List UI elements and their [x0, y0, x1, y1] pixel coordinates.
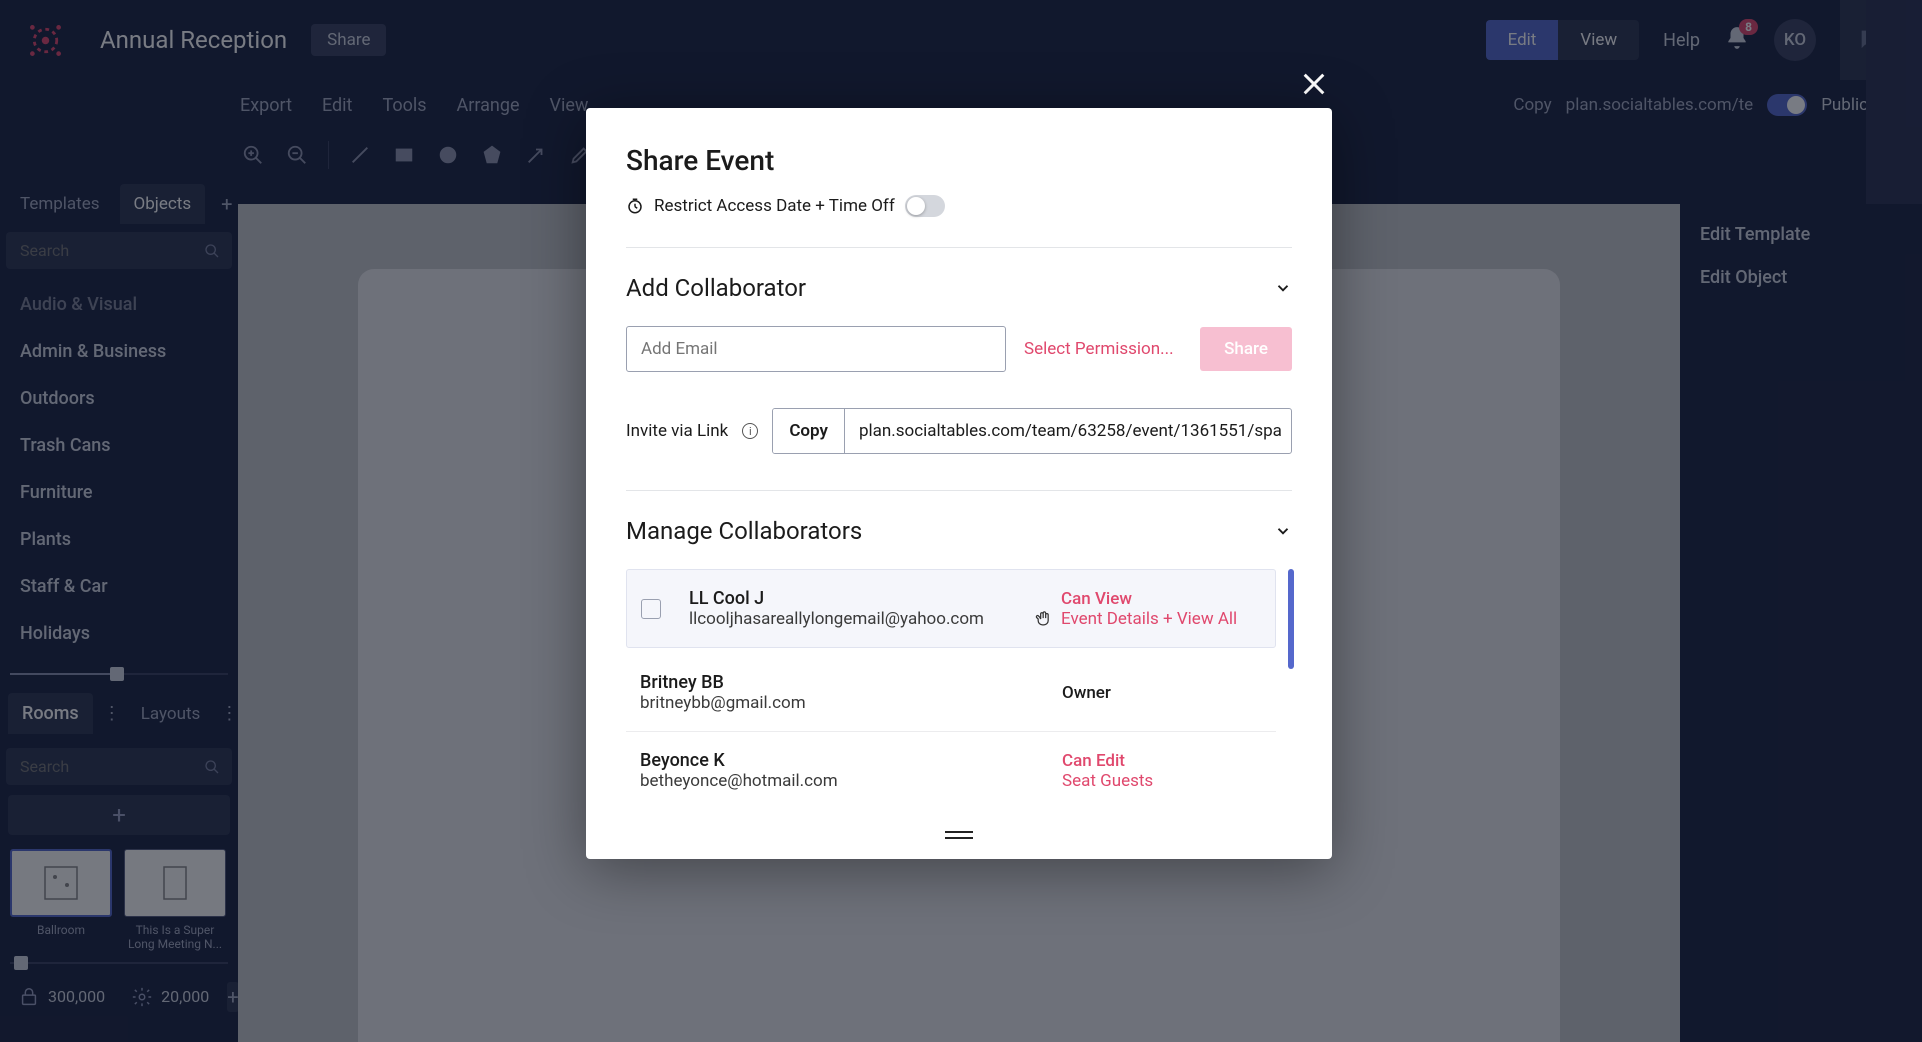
modal-title: Share Event: [626, 144, 1292, 177]
permission-select[interactable]: Select Permission...: [1024, 339, 1174, 359]
clock-icon: [626, 197, 644, 215]
add-collaborator-heading: Add Collaborator: [626, 274, 806, 302]
info-icon[interactable]: i: [742, 423, 758, 439]
manage-collaborators-heading: Manage Collaborators: [626, 517, 862, 545]
modal-close-button[interactable]: [1300, 70, 1328, 105]
collaborator-row[interactable]: Britney BB britneybb@gmail.com Owner: [626, 654, 1276, 732]
share-collaborator-button[interactable]: Share: [1200, 327, 1292, 371]
divider: [626, 490, 1292, 491]
collaborator-role: Owner: [1062, 683, 1262, 703]
collaborator-role[interactable]: Can View: [1061, 589, 1261, 609]
invite-link-label: Invite via Link: [626, 421, 728, 441]
share-event-modal: Share Event Restrict Access Date + Time …: [586, 108, 1332, 859]
collaborator-email: britneybb@gmail.com: [640, 693, 1062, 713]
collaborator-row[interactable]: Beyonce K betheyonce@hotmail.com Can Edi…: [626, 732, 1276, 809]
invite-link-url[interactable]: plan.socialtables.com/team/63258/event/1…: [845, 409, 1291, 453]
collaborator-email: betheyonce@hotmail.com: [640, 771, 1062, 791]
divider: [626, 247, 1292, 248]
collaborator-scrollbar[interactable]: [1288, 569, 1294, 669]
collaborator-email: llcooljhasareallylongemail@yahoo.com: [689, 609, 1061, 629]
collaborator-checkbox[interactable]: [641, 599, 661, 619]
add-email-input[interactable]: [626, 326, 1006, 372]
collaborator-name: Beyonce K: [640, 750, 1062, 771]
collaborator-name: Britney BB: [640, 672, 1062, 693]
cursor-hand-icon: [1034, 609, 1054, 629]
chevron-down-icon[interactable]: [1274, 279, 1292, 297]
close-icon: [1300, 70, 1328, 98]
chevron-down-icon[interactable]: [1274, 522, 1292, 540]
collaborator-row[interactable]: LL Cool J llcooljhasareallylongemail@yah…: [626, 569, 1276, 648]
collaborator-role[interactable]: Can Edit: [1062, 751, 1262, 771]
collaborator-name: LL Cool J: [689, 588, 1061, 609]
restrict-access-label: Restrict Access Date + Time Off: [654, 196, 895, 216]
copy-link-button[interactable]: Copy: [773, 409, 845, 453]
collaborator-role-sub: Event Details + View All: [1061, 609, 1261, 629]
collaborator-role-sub: Seat Guests: [1062, 771, 1262, 791]
restrict-access-toggle[interactable]: [905, 195, 945, 217]
modal-resize-handle[interactable]: [626, 831, 1292, 839]
collaborator-list: LL Cool J llcooljhasareallylongemail@yah…: [626, 569, 1292, 809]
